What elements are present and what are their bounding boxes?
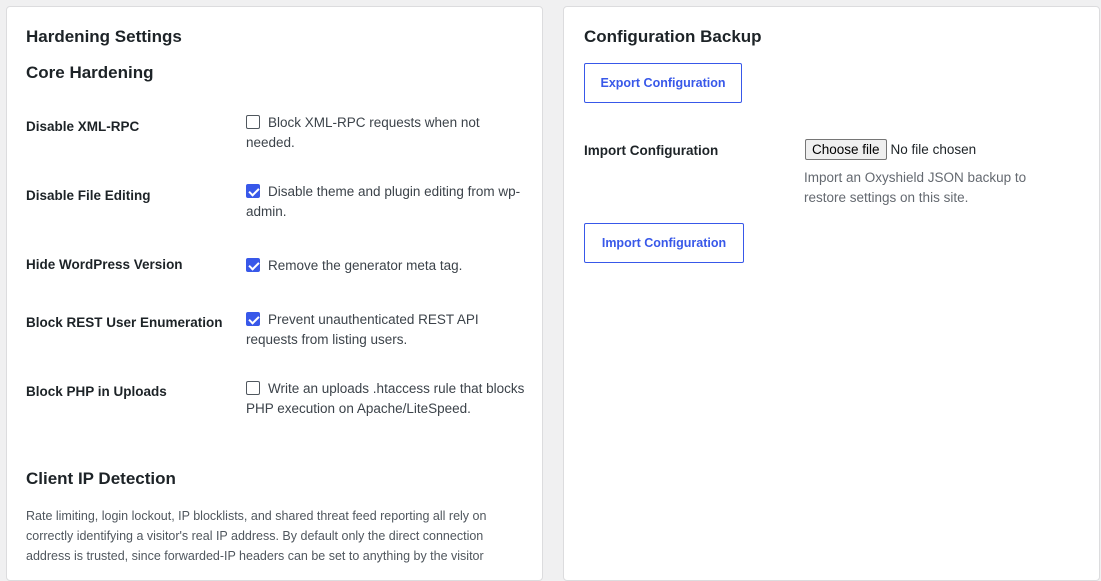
hardening-settings-title: Hardening Settings [26,27,182,46]
configuration-backup-title: Configuration Backup [584,27,762,46]
file-status-text: No file chosen [890,142,977,157]
setting-control-block-rest-user-enumeration: Prevent unauthenticated REST API request… [246,310,526,349]
setting-description: Disable theme and plugin editing from wp… [246,184,521,219]
setting-description: Write an uploads .htaccess rule that blo… [246,381,525,416]
setting-label-hide-wordpress-version: Hide WordPress Version [26,257,183,272]
checkbox-disable-file-editing[interactable] [246,184,260,198]
setting-control-disable-file-editing: Disable theme and plugin editing from wp… [246,182,526,221]
setting-description: Block XML-RPC requests when not needed. [246,115,480,150]
checkbox-disable-xmlrpc[interactable] [246,115,260,129]
choose-file-button[interactable]: Choose file [805,139,887,160]
configuration-backup-panel: Configuration Backup Export Configuratio… [563,6,1100,581]
import-configuration-label: Import Configuration [584,143,719,158]
checkbox-block-php-in-uploads[interactable] [246,381,260,395]
checkbox-block-rest-user-enumeration[interactable] [246,312,260,326]
setting-control-disable-xmlrpc: Block XML-RPC requests when not needed. [246,113,526,152]
setting-label-disable-file-editing: Disable File Editing [26,188,151,203]
export-configuration-button[interactable]: Export Configuration [584,63,742,103]
setting-label-block-php-in-uploads: Block PHP in Uploads [26,384,167,399]
setting-label-disable-xmlrpc: Disable XML-RPC [26,119,140,134]
hardening-settings-panel: Hardening Settings Core Hardening Disabl… [6,6,543,581]
setting-label-block-rest-user-enumeration: Block REST User Enumeration [26,315,223,330]
setting-description: Remove the generator meta tag. [268,258,463,273]
import-help-text: Import an Oxyshield JSON backup to resto… [804,170,1027,205]
import-configuration-button[interactable]: Import Configuration [584,223,744,263]
setting-control-block-php-in-uploads: Write an uploads .htaccess rule that blo… [246,379,526,418]
client-ip-detection-title: Client IP Detection [26,469,176,488]
setting-control-hide-wordpress-version: Remove the generator meta tag. [246,256,526,276]
checkbox-hide-wordpress-version[interactable] [246,258,260,272]
setting-description: Prevent unauthenticated REST API request… [246,312,479,347]
client-ip-detection-description: Rate limiting, login lockout, IP blockli… [26,509,487,563]
core-hardening-title: Core Hardening [26,63,154,82]
import-file-input: Choose file No file chosen [805,139,976,160]
